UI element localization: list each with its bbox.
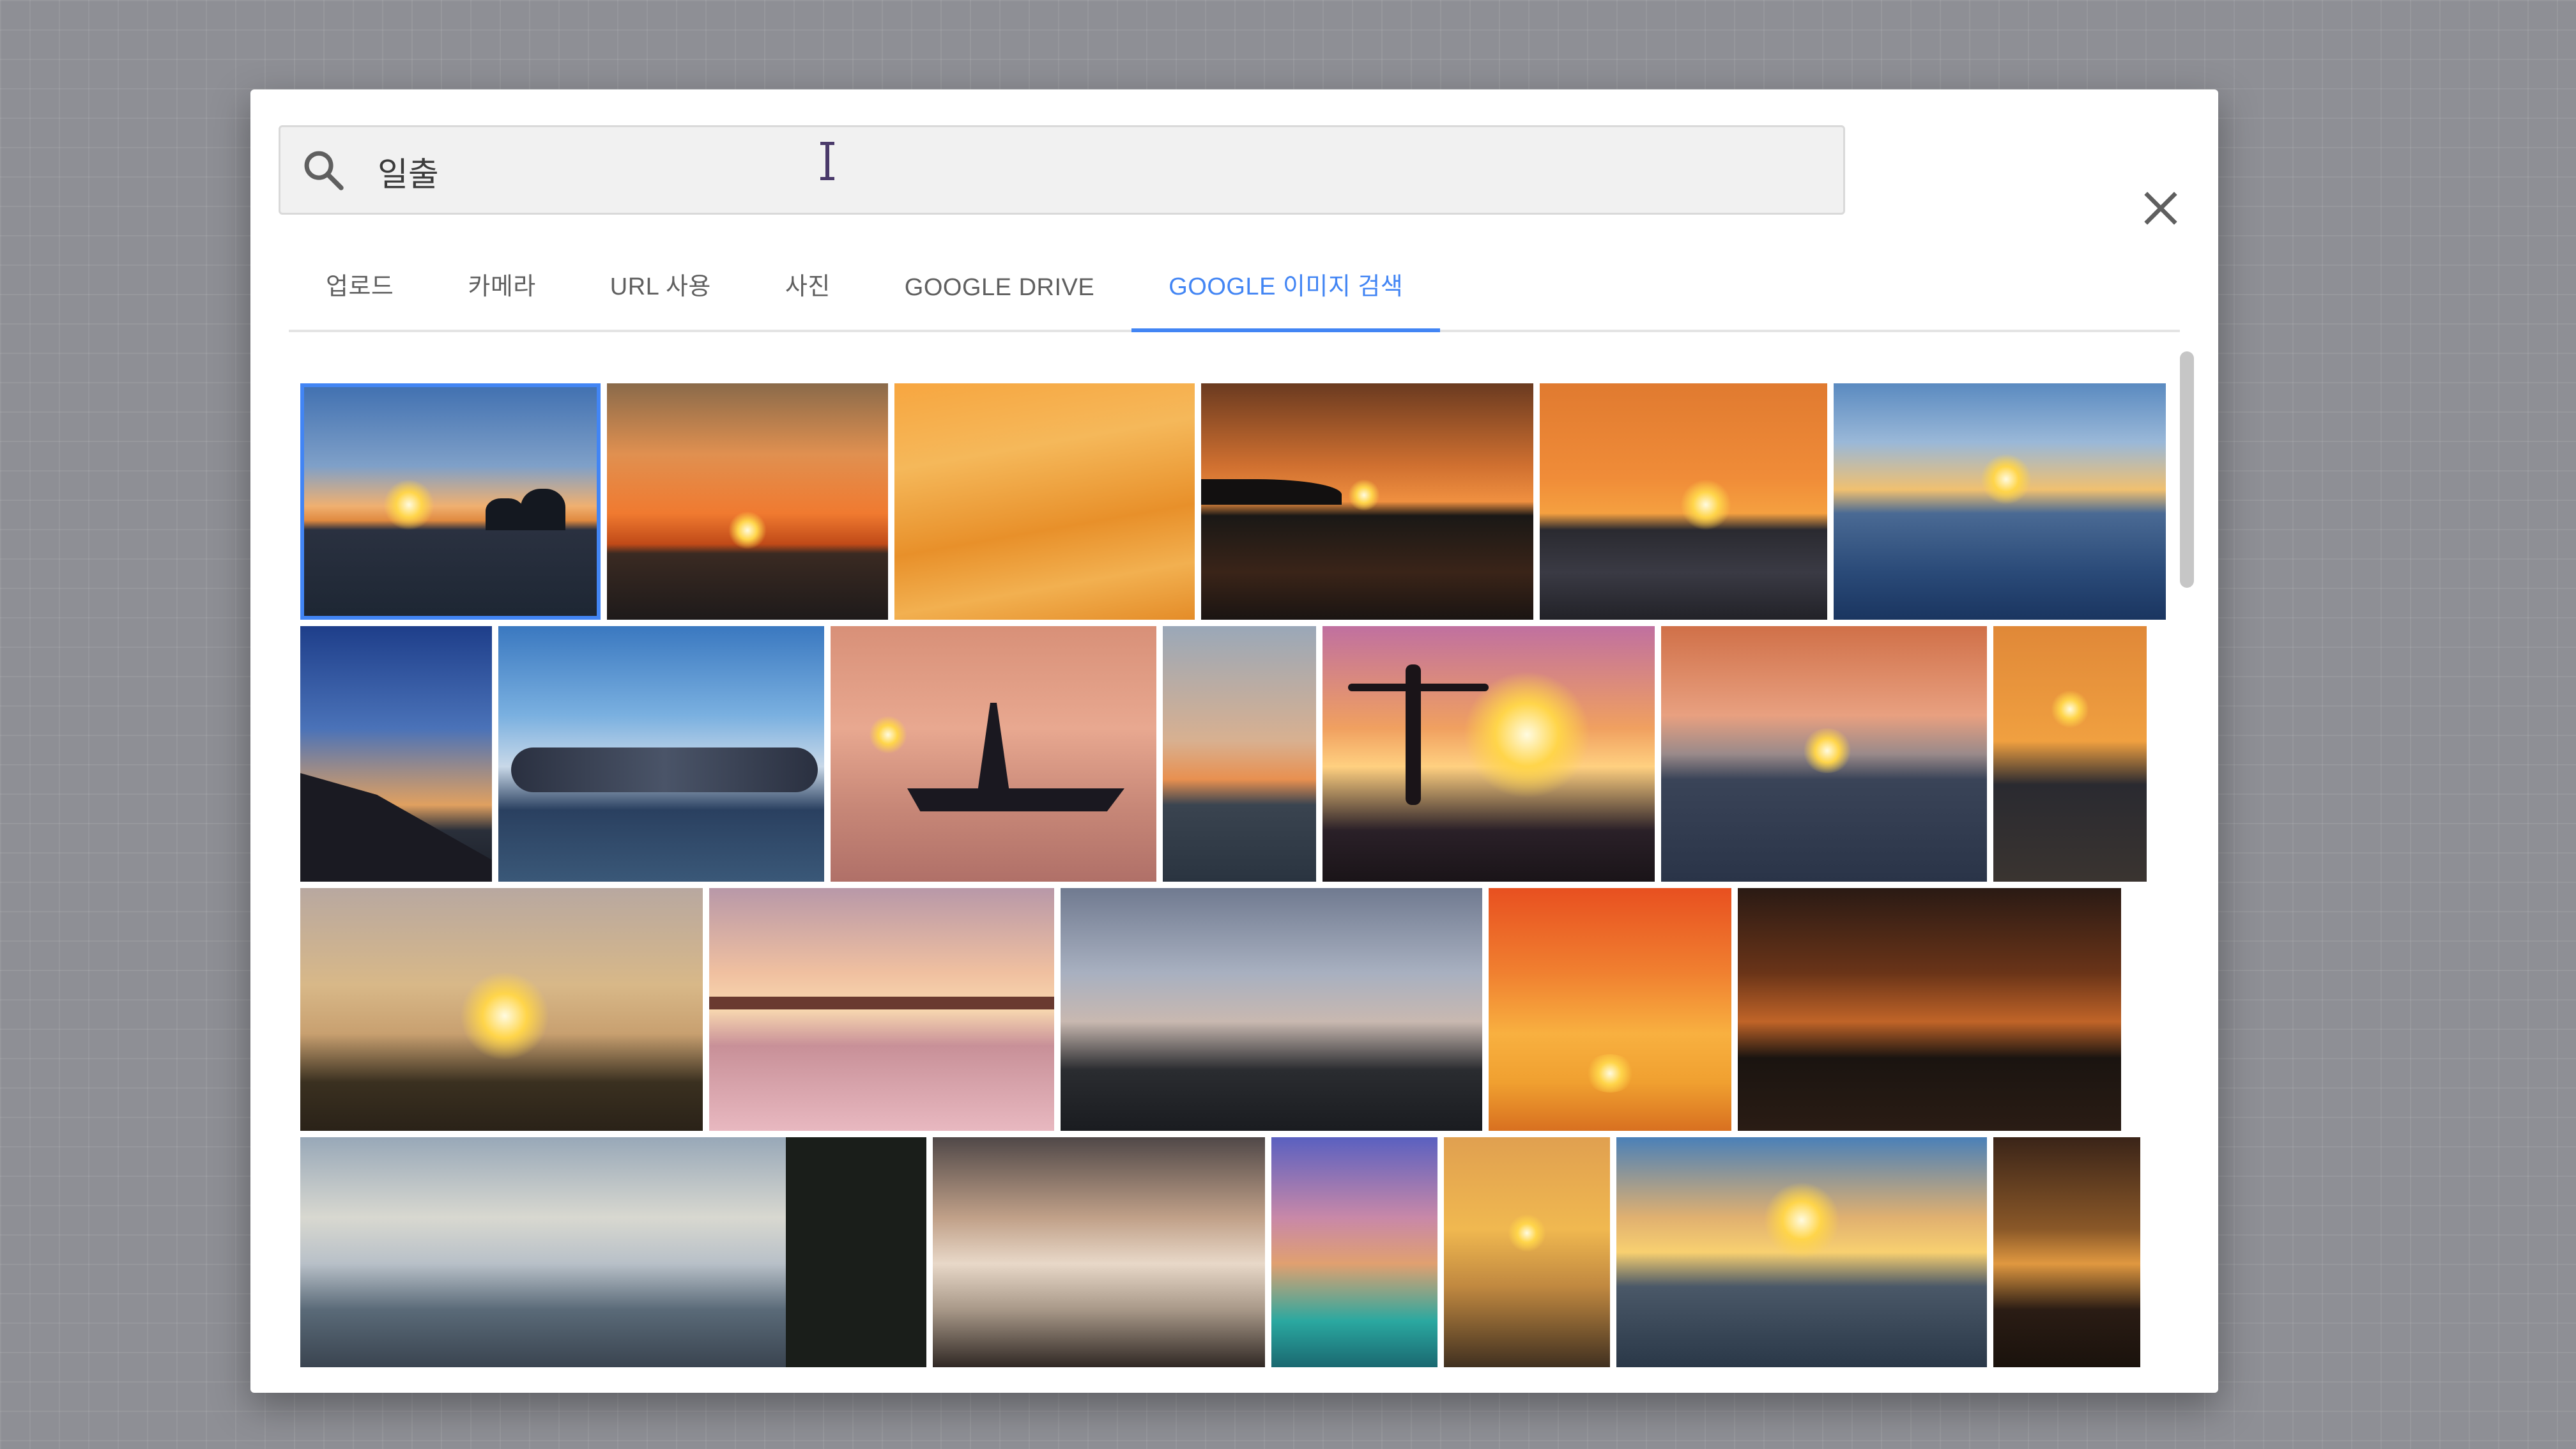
source-tabs: 업로드 카메라 URL 사용 사진 GOOGLE DRIVE GOOGLE 이미… [289,249,2180,332]
image-results-grid [300,383,2166,1367]
image-thumbnail[interactable] [1322,626,1655,882]
image-thumbnail[interactable] [300,383,601,620]
close-icon[interactable] [2135,183,2186,234]
image-thumbnail[interactable] [1616,1137,1987,1367]
image-thumbnail[interactable] [300,888,703,1131]
image-thumbnail[interactable] [1163,626,1316,882]
image-thumbnail[interactable] [300,1137,926,1367]
results-row [300,383,2166,620]
image-thumbnail[interactable] [894,383,1195,620]
image-thumbnail[interactable] [709,888,1054,1131]
image-thumbnail[interactable] [300,626,492,882]
image-thumbnail[interactable] [831,626,1156,882]
tab-google-drive[interactable]: GOOGLE DRIVE [868,274,1131,330]
image-thumbnail[interactable] [1993,626,2147,882]
image-thumbnail[interactable] [1993,1137,2140,1367]
tab-camera[interactable]: 카메라 [431,266,572,330]
results-row [300,888,2121,1131]
tab-google-image-search[interactable]: GOOGLE 이미지 검색 [1131,266,1441,332]
search-bar[interactable] [279,125,1845,215]
image-thumbnail[interactable] [1444,1137,1610,1367]
image-thumbnail[interactable] [607,383,888,620]
tab-upload[interactable]: 업로드 [289,266,431,330]
image-thumbnail[interactable] [1834,383,2166,620]
image-thumbnail[interactable] [1271,1137,1438,1367]
image-thumbnail[interactable] [1489,888,1731,1131]
results-scrollbar[interactable] [2180,351,2194,588]
image-thumbnail[interactable] [498,626,824,882]
text-cursor-icon [820,142,834,180]
results-row [300,1137,2140,1367]
image-thumbnail[interactable] [933,1137,1265,1367]
image-thumbnail[interactable] [1738,888,2121,1131]
image-thumbnail[interactable] [1061,888,1482,1131]
search-input[interactable] [376,142,1784,200]
tab-photos[interactable]: 사진 [748,266,868,330]
search-icon [304,151,344,190]
image-thumbnail[interactable] [1540,383,1827,620]
image-thumbnail[interactable] [1201,383,1533,620]
results-row [300,626,2147,882]
image-thumbnail[interactable] [1661,626,1987,882]
insert-image-dialog: 업로드 카메라 URL 사용 사진 GOOGLE DRIVE GOOGLE 이미… [250,89,2218,1393]
tab-url[interactable]: URL 사용 [573,266,748,330]
